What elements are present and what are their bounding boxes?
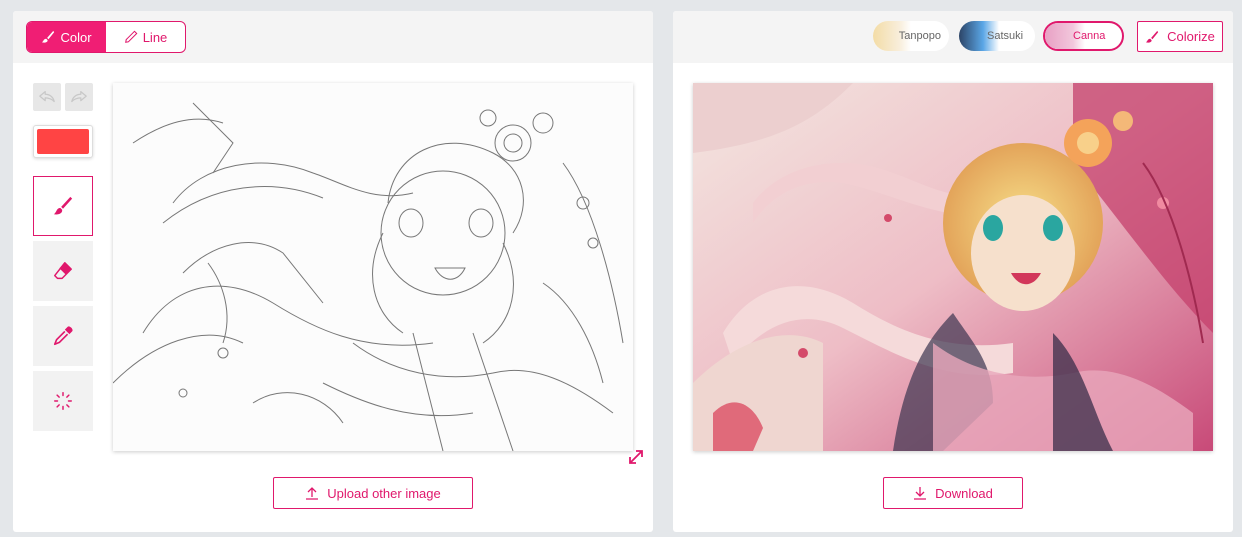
brush-icon [1146,30,1159,43]
right-toolbar: Tanpopo Satsuki Canna Colorize [673,11,1233,63]
line-art-panel: Color Line Upload other image [13,11,653,532]
upload-icon [306,487,319,500]
undo-icon [39,90,55,103]
brush-icon [53,196,73,215]
eyedropper-tool-button[interactable] [33,306,93,366]
colorized-image [693,83,1213,451]
loading-icon [54,392,72,410]
eraser-icon [54,262,72,280]
style-chip-label: Canna [1073,30,1106,42]
line-mode-button[interactable]: Line [106,22,185,52]
download-label: Download [935,485,993,501]
brush-tool-button[interactable] [33,176,93,236]
eyedropper-icon [53,326,73,346]
style-chip-label: Satsuki [987,30,1024,42]
style-chip-label: Tanpopo [898,30,941,42]
redo-icon [71,90,87,103]
expand-icon[interactable] [627,448,645,466]
upload-label: Upload other image [327,485,441,501]
line-art-image [113,83,633,451]
colorize-button[interactable]: Colorize [1137,21,1223,52]
pen-icon [124,30,138,43]
current-color-swatch [37,129,89,154]
color-mode-label: Color [60,29,92,45]
mode-toggle: Color Line [26,21,186,53]
hint-clear-button[interactable] [33,371,93,431]
undo-button[interactable] [33,83,61,111]
style-chip-canna[interactable]: Canna [1043,21,1124,51]
color-picker-button[interactable] [33,125,93,158]
eraser-tool-button[interactable] [33,241,93,301]
line-art-canvas[interactable] [113,83,633,451]
color-mode-button[interactable]: Color [27,22,106,52]
colorize-label: Colorize [1167,29,1215,44]
upload-image-button[interactable]: Upload other image [273,477,473,509]
style-chip-satsuki[interactable]: Satsuki [959,21,1035,51]
brush-icon [42,30,55,43]
line-mode-label: Line [142,29,168,45]
colorized-canvas [693,83,1213,451]
left-toolbar: Color Line [13,11,653,63]
style-chip-tanpopo[interactable]: Tanpopo [873,21,949,51]
download-button[interactable]: Download [883,477,1023,509]
redo-button[interactable] [65,83,93,111]
colorized-panel: Tanpopo Satsuki Canna Colorize Download [673,11,1233,532]
download-icon [914,487,927,500]
